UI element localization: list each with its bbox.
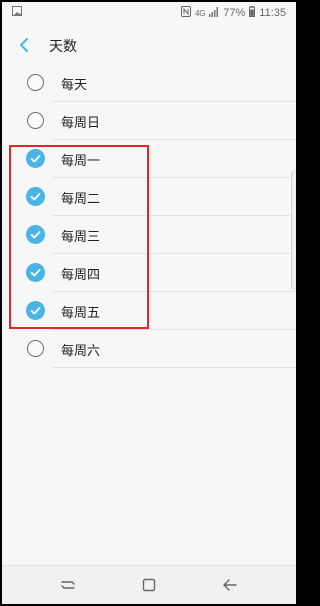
list-item-friday[interactable]: 每周五 [2, 292, 296, 330]
battery-percent: 77% [223, 7, 246, 19]
radio-unchecked-icon[interactable] [27, 112, 44, 129]
list-item-thursday[interactable]: 每周四 [2, 254, 296, 292]
item-label: 每周四 [61, 268, 101, 283]
divider [52, 367, 296, 368]
item-label: 每周三 [61, 230, 101, 245]
screen: 4G 77% 11:35 天数 每天 每周日 每周一 每周二 每周三 每周四 每… [2, 2, 296, 604]
checkmark-icon[interactable] [26, 301, 45, 320]
checkmark-icon[interactable] [26, 225, 45, 244]
list-item-sunday[interactable]: 每周日 [2, 102, 296, 140]
list-item-wednesday[interactable]: 每周三 [2, 216, 296, 254]
clock: 11:35 [259, 7, 286, 19]
header: 天数 [2, 24, 296, 66]
signal-icon [209, 6, 219, 20]
home-icon[interactable] [140, 576, 158, 594]
nfc-icon [180, 6, 191, 20]
chevron-left-icon[interactable] [16, 36, 32, 54]
list-item-every-day[interactable]: 每天 [2, 64, 296, 102]
list-item-tuesday[interactable]: 每周二 [2, 178, 296, 216]
checkmark-icon[interactable] [26, 263, 45, 282]
day-options-list: 每天 每周日 每周一 每周二 每周三 每周四 每周五 每周六 [2, 64, 296, 368]
item-label: 每周五 [61, 306, 101, 321]
status-bar: 4G 77% 11:35 [2, 2, 296, 24]
radio-unchecked-icon[interactable] [27, 74, 44, 91]
page-title: 天数 [49, 39, 77, 55]
gallery-icon [12, 6, 22, 16]
item-label: 每周一 [61, 154, 101, 169]
checkmark-icon[interactable] [26, 187, 45, 206]
item-label: 每周日 [61, 116, 101, 131]
item-label: 每周二 [61, 192, 101, 207]
navigation-bar [2, 565, 296, 604]
list-item-saturday[interactable]: 每周六 [2, 330, 296, 368]
network-type: 4G [194, 8, 206, 18]
back-arrow-icon[interactable] [221, 576, 239, 594]
recents-icon[interactable] [59, 576, 77, 594]
item-label: 每周六 [61, 344, 101, 359]
checkmark-icon[interactable] [26, 149, 45, 168]
radio-unchecked-icon[interactable] [27, 340, 44, 357]
list-item-monday[interactable]: 每周一 [2, 140, 296, 178]
scroll-edge-indicator[interactable] [291, 170, 296, 290]
battery-icon [249, 6, 256, 20]
item-label: 每天 [61, 78, 88, 93]
